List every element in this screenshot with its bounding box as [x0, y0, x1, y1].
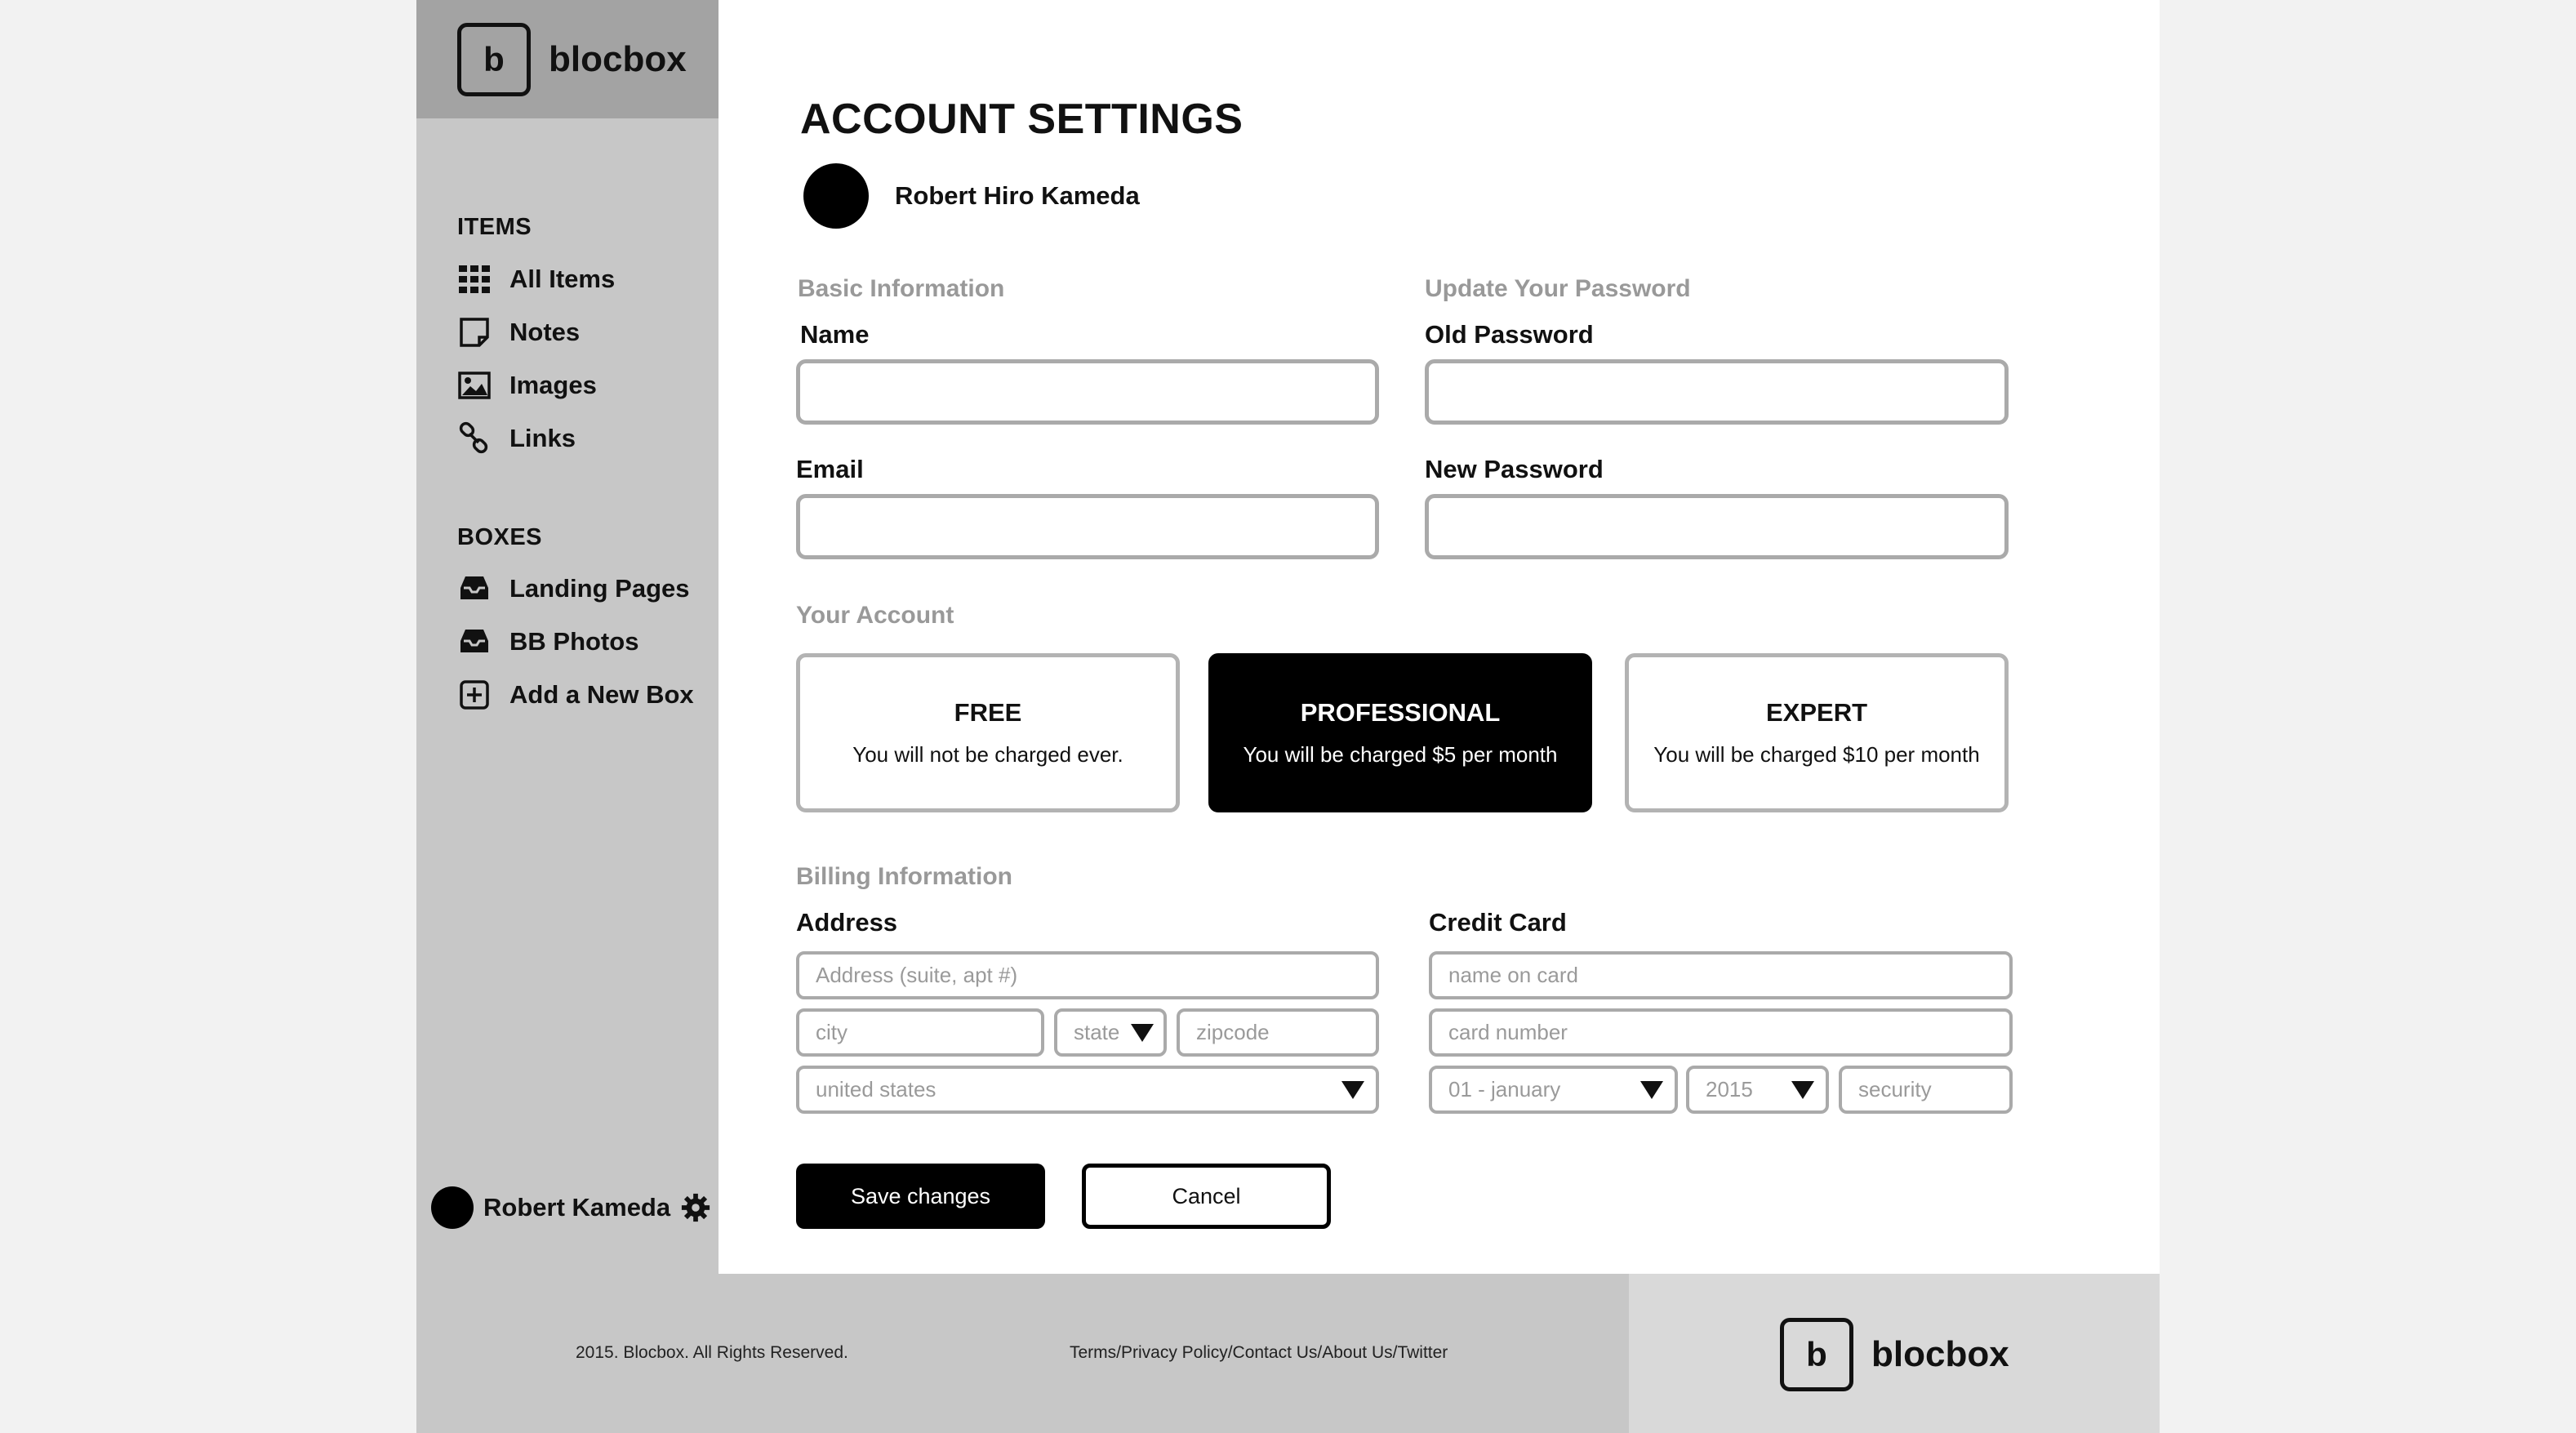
- address-label: Address: [796, 908, 898, 937]
- footer-logo[interactable]: b blocbox: [1780, 1318, 2009, 1391]
- gear-icon[interactable]: [680, 1192, 711, 1223]
- chevron-down-icon: [1791, 1080, 1814, 1099]
- plus-box-icon: [460, 680, 489, 710]
- expiry-month-select[interactable]: 01 - january: [1429, 1066, 1678, 1114]
- zipcode-input[interactable]: zipcode: [1177, 1008, 1379, 1057]
- logo-text: blocbox: [1871, 1334, 2009, 1374]
- sidebar-box-bb-photos[interactable]: BB Photos: [457, 625, 638, 659]
- email-input[interactable]: [796, 494, 1379, 559]
- card-number-placeholder: card number: [1448, 1020, 1568, 1044]
- card-number-input[interactable]: card number: [1429, 1008, 2013, 1057]
- password-title: Update Your Password: [1425, 275, 1691, 302]
- sidebar-item-label: Links: [509, 424, 576, 452]
- sidebar-item-label: Notes: [509, 318, 581, 346]
- new-password-input[interactable]: [1425, 494, 2009, 559]
- chevron-down-icon: [1131, 1023, 1154, 1042]
- plan-description: You will be charged $5 per month: [1243, 742, 1558, 767]
- page-title: ACCOUNT SETTINGS: [800, 96, 1244, 143]
- link-icon: [459, 421, 488, 454]
- avatar: [431, 1186, 474, 1229]
- sidebar-item-label: Add a New Box: [509, 680, 694, 709]
- card-name-placeholder: name on card: [1448, 963, 1578, 987]
- zipcode-placeholder: zipcode: [1196, 1020, 1270, 1044]
- address-placeholder: Address (suite, apt #): [816, 963, 1018, 987]
- sidebar-item-images[interactable]: Images: [457, 368, 597, 403]
- expiry-year-select[interactable]: 2015: [1686, 1066, 1829, 1114]
- new-password-label: New Password: [1425, 455, 1604, 483]
- sidebar-logo[interactable]: b blocbox: [416, 0, 719, 118]
- plan-name: PROFESSIONAL: [1300, 698, 1501, 727]
- items-heading: ITEMS: [457, 214, 532, 240]
- logo-text: blocbox: [549, 38, 687, 79]
- note-icon: [460, 318, 489, 347]
- address-input[interactable]: Address (suite, apt #): [796, 951, 1379, 999]
- city-input[interactable]: city: [796, 1008, 1044, 1057]
- country-value: united states: [816, 1077, 937, 1101]
- sidebar-item-label: Images: [509, 371, 597, 399]
- chevron-down-icon: [1640, 1080, 1663, 1099]
- state-value: state: [1074, 1020, 1120, 1044]
- security-code-input[interactable]: security: [1839, 1066, 2013, 1114]
- grid-icon: [459, 265, 490, 293]
- sidebar-box-landing-pages[interactable]: Landing Pages: [457, 572, 689, 606]
- boxes-heading: BOXES: [457, 524, 543, 550]
- inbox-icon: [460, 630, 488, 652]
- plan-name: EXPERT: [1765, 698, 1868, 727]
- security-placeholder: security: [1858, 1077, 1932, 1101]
- plan-description: You will not be charged ever.: [852, 742, 1123, 767]
- card-name-input[interactable]: name on card: [1429, 951, 2013, 999]
- plan-name: FREE: [954, 698, 1022, 727]
- billing-title: Billing Information: [796, 863, 1012, 890]
- account-title: Your Account: [796, 602, 954, 629]
- expiry-year-value: 2015: [1706, 1077, 1753, 1101]
- chevron-down-icon: [1341, 1080, 1364, 1099]
- logo-icon: b: [457, 22, 531, 96]
- sidebar-item-label: All Items: [509, 265, 616, 293]
- credit-card-label: Credit Card: [1429, 908, 1567, 937]
- city-placeholder: city: [816, 1020, 848, 1044]
- basic-info-title: Basic Information: [798, 275, 1005, 302]
- inbox-icon: [460, 576, 488, 599]
- logo-icon: b: [1780, 1318, 1853, 1391]
- state-select[interactable]: state: [1054, 1008, 1167, 1057]
- email-label: Email: [796, 455, 864, 483]
- plan-professional[interactable]: PROFESSIONAL You will be charged $5 per …: [1208, 653, 1592, 812]
- country-select[interactable]: united states: [796, 1066, 1379, 1114]
- footer-copyright: 2015. Blocbox. All Rights Reserved.: [576, 1343, 848, 1362]
- sidebar-item-label: BB Photos: [509, 627, 639, 656]
- sidebar-user-name: Robert Kameda: [483, 1193, 671, 1222]
- sidebar-item-all-items[interactable]: All Items: [457, 262, 615, 296]
- image-icon: [458, 372, 491, 399]
- plan-expert[interactable]: EXPERT You will be charged $10 per month: [1625, 653, 2009, 812]
- old-password-label: Old Password: [1425, 320, 1594, 349]
- old-password-input[interactable]: [1425, 359, 2009, 425]
- name-input[interactable]: [796, 359, 1379, 425]
- avatar: [803, 163, 869, 229]
- sidebar-item-notes[interactable]: Notes: [457, 315, 580, 349]
- footer-links[interactable]: Terms/Privacy Policy/Contact Us/About Us…: [1070, 1343, 1448, 1363]
- plan-free[interactable]: FREE You will not be charged ever.: [796, 653, 1180, 812]
- name-label: Name: [800, 320, 870, 349]
- sidebar-user[interactable]: Robert Kameda: [431, 1186, 711, 1229]
- expiry-month-value: 01 - january: [1448, 1077, 1561, 1101]
- save-button[interactable]: Save changes: [796, 1164, 1045, 1229]
- user-full-name: Robert Hiro Kameda: [895, 181, 1140, 210]
- cancel-button[interactable]: Cancel: [1082, 1164, 1331, 1229]
- plan-description: You will be charged $10 per month: [1653, 742, 1980, 767]
- sidebar-add-new-box[interactable]: Add a New Box: [457, 678, 694, 712]
- sidebar-item-links[interactable]: Links: [457, 421, 576, 456]
- sidebar-item-label: Landing Pages: [509, 574, 690, 603]
